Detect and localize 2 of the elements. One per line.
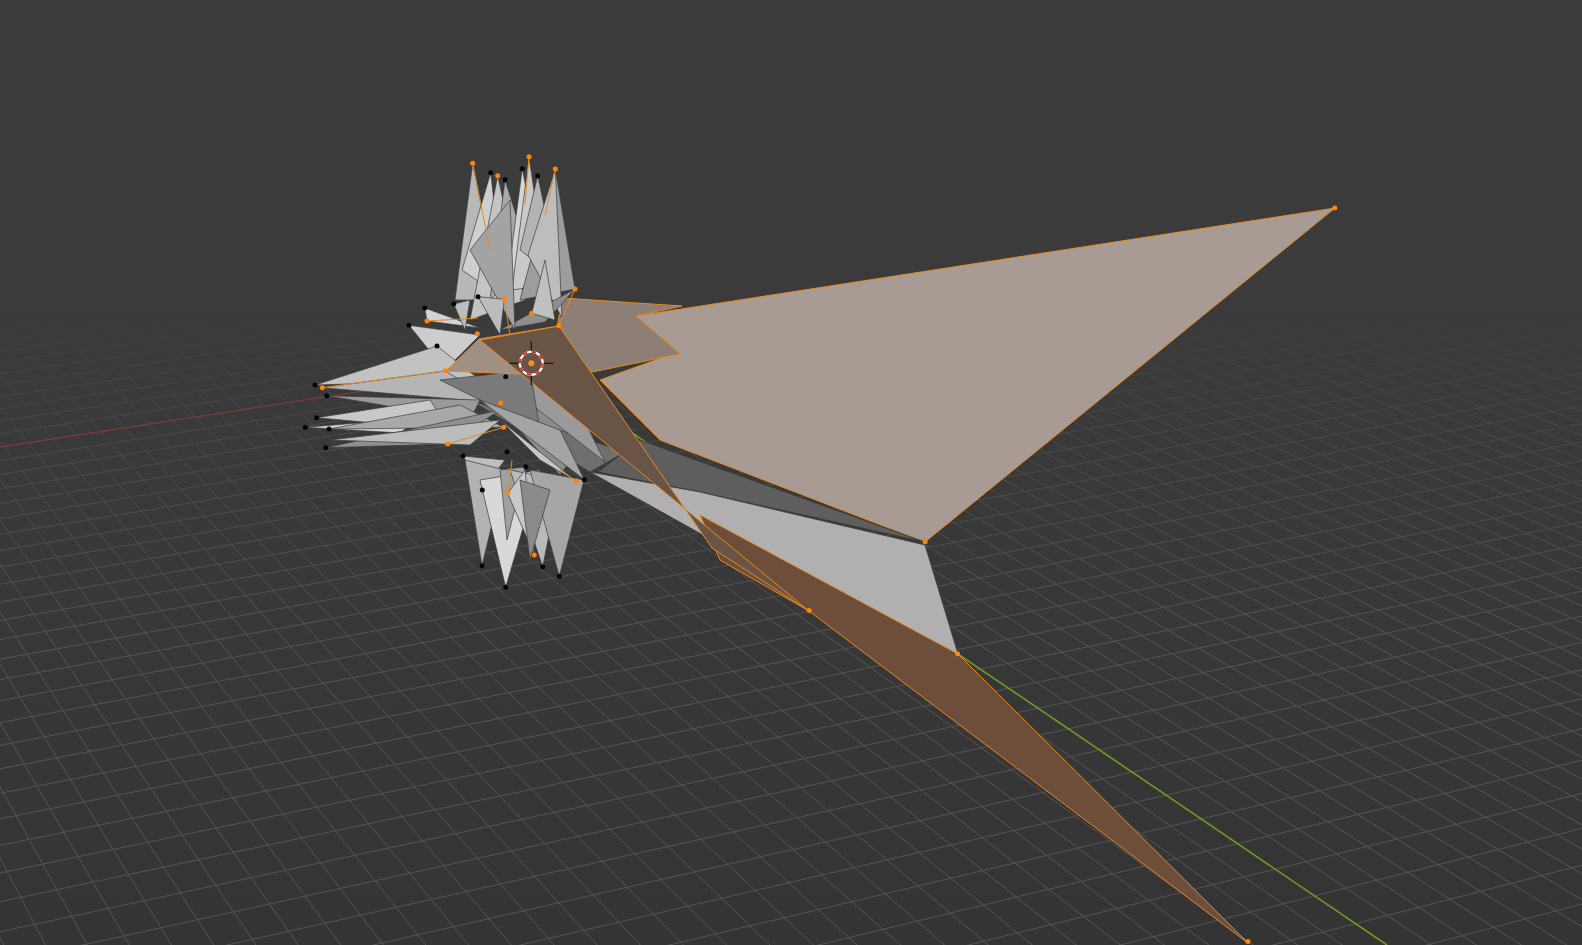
origin-point-icon: [528, 360, 535, 367]
cursor-crosshair-icon: [508, 340, 554, 386]
